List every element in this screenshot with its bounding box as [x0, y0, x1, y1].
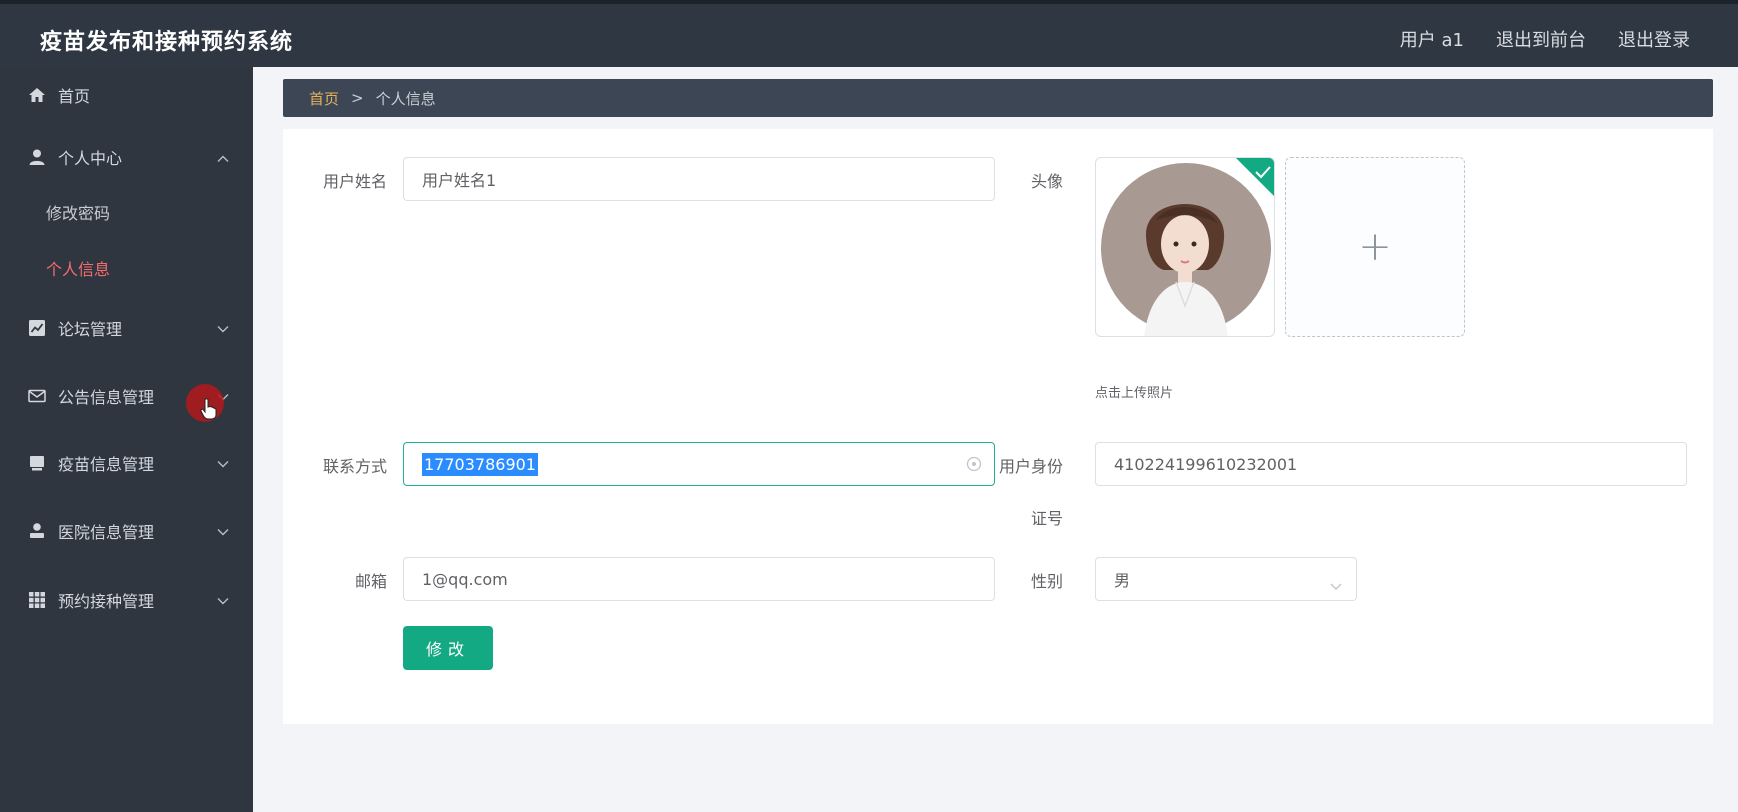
clear-icon[interactable]	[966, 456, 982, 476]
sidebar: 首页 个人中心 修改密码 个人信息 论坛管理 公告信息管理 疫苗信息管理 医院信…	[0, 67, 253, 812]
sidebar-item-label: 公告信息管理	[58, 388, 155, 407]
top-links: 用户 a1 退出到前台 退出登录	[1400, 26, 1690, 52]
profile-form: 用户姓名 用户姓名1 头像 + 点击上传照片 联系方式 17703786901 …	[283, 129, 1713, 724]
id-number-label: 用户身份	[998, 457, 1063, 476]
grid-icon	[28, 591, 46, 609]
top-bar: 疫苗发布和接种预约系统 用户 a1 退出到前台 退出登录	[0, 0, 1738, 67]
logout-link[interactable]: 退出登录	[1618, 26, 1690, 52]
sidebar-item-forum[interactable]: 论坛管理	[0, 300, 253, 356]
folder-icon	[28, 454, 46, 472]
back-to-front-link[interactable]: 退出到前台	[1496, 26, 1586, 52]
email-value: 1@qq.com	[422, 569, 508, 589]
gender-label: 性别	[1030, 572, 1063, 591]
plus-icon: +	[1358, 224, 1392, 270]
sidebar-item-appointments[interactable]: 预约接种管理	[0, 572, 253, 628]
id-number-field[interactable]: 410224199610232001	[1095, 442, 1687, 486]
gender-value: 男	[1114, 571, 1131, 590]
sidebar-item-personal-center[interactable]: 个人中心	[0, 129, 253, 185]
breadcrumb-current: 个人信息	[375, 89, 436, 108]
chevron-down-icon	[217, 591, 229, 610]
hand-cursor-icon	[200, 398, 218, 424]
sidebar-item-label: 论坛管理	[58, 320, 123, 339]
phone-value: 17703786901	[422, 452, 538, 476]
username-field[interactable]: 用户姓名1	[403, 157, 995, 201]
sidebar-item-label: 首页	[58, 87, 91, 106]
email-label: 邮箱	[354, 572, 387, 591]
breadcrumb-home[interactable]: 首页	[309, 88, 339, 109]
avatar-label: 头像	[1030, 172, 1063, 191]
mail-icon	[28, 387, 46, 405]
phone-label: 联系方式	[322, 457, 387, 476]
chevron-down-icon	[1330, 576, 1342, 595]
chevron-up-icon	[217, 148, 229, 167]
sidebar-item-label: 预约接种管理	[58, 592, 155, 611]
sidebar-item-label: 疫苗信息管理	[58, 455, 155, 474]
username-label: 用户姓名	[322, 172, 387, 191]
submit-button[interactable]: 修改	[403, 626, 493, 670]
id-number-value: 410224199610232001	[1114, 454, 1298, 474]
sidebar-item-home[interactable]: 首页	[0, 67, 253, 123]
chevron-down-icon	[217, 319, 229, 338]
sidebar-subitem-change-password[interactable]: 修改密码	[46, 200, 110, 224]
upload-hint: 点击上传照片	[1095, 386, 1174, 401]
gender-select[interactable]: 男	[1095, 557, 1357, 601]
upload-photo-button[interactable]: +	[1285, 157, 1465, 337]
email-field[interactable]: 1@qq.com	[403, 557, 995, 601]
chart-icon	[28, 319, 46, 337]
breadcrumb-separator: >	[351, 89, 364, 107]
user-icon	[28, 148, 46, 166]
breadcrumb: 首页 > 个人信息	[283, 79, 1713, 117]
chevron-down-icon	[217, 454, 229, 473]
phone-field[interactable]: 17703786901	[403, 442, 995, 486]
current-user-link[interactable]: 用户 a1	[1400, 26, 1464, 52]
home-icon	[28, 86, 46, 104]
sidebar-item-hospitals[interactable]: 医院信息管理	[0, 503, 253, 559]
avatar-image[interactable]	[1095, 157, 1275, 337]
sidebar-item-label: 医院信息管理	[58, 523, 155, 542]
chevron-down-icon	[217, 522, 229, 541]
app-title: 疫苗发布和接种预约系统	[40, 30, 294, 55]
id-number-label-continued: 证号	[1030, 509, 1063, 528]
main-content: 首页 > 个人信息 用户姓名 用户姓名1 头像 + 点击上传照片 联系方式 17…	[253, 67, 1738, 812]
username-value: 用户姓名1	[422, 171, 497, 190]
sidebar-item-vaccines[interactable]: 疫苗信息管理	[0, 435, 253, 491]
sidebar-item-label: 个人中心	[58, 149, 123, 168]
sidebar-subitem-personal-info[interactable]: 个人信息	[46, 256, 110, 280]
person-icon	[28, 522, 46, 540]
